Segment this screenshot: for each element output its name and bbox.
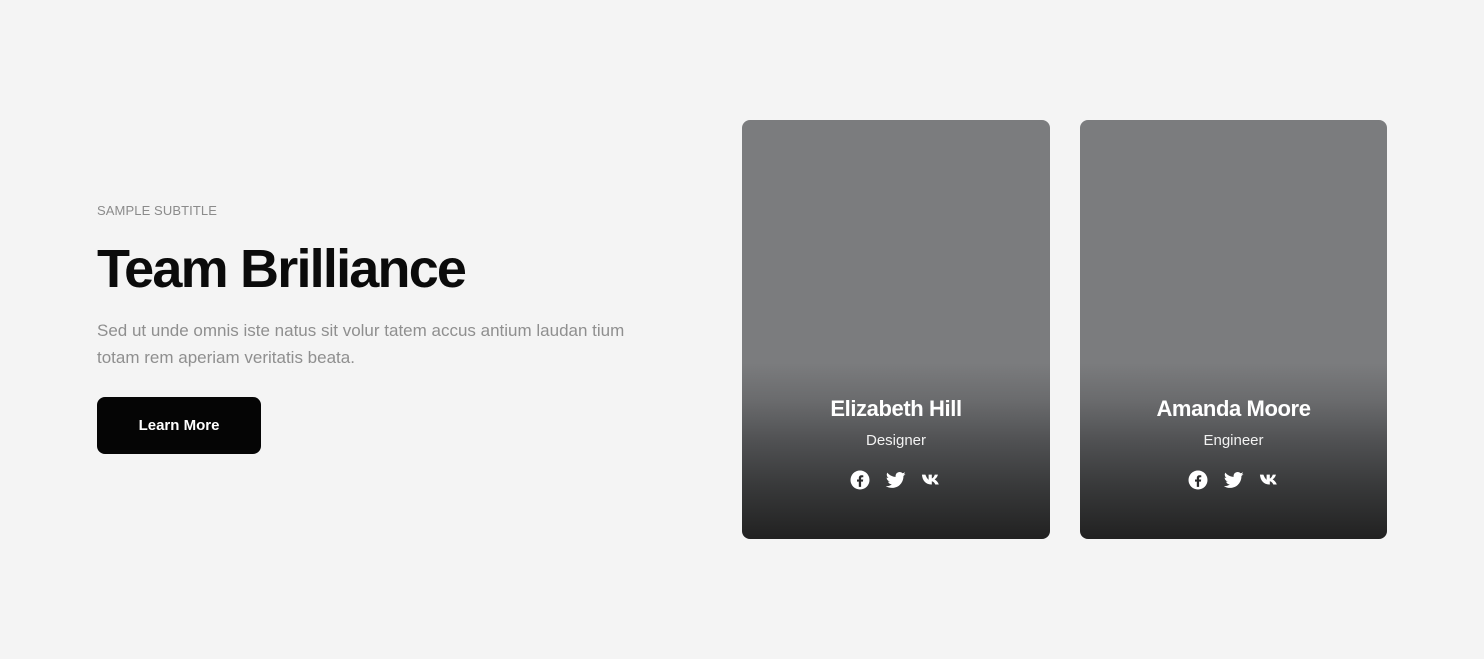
vk-icon[interactable] [1259,469,1281,491]
social-links [1080,469,1387,491]
team-member-name: Elizabeth Hill [830,396,962,421]
twitter-icon[interactable] [1223,469,1245,491]
facebook-icon[interactable] [1187,469,1209,491]
social-links [742,469,1050,491]
vk-icon[interactable] [921,469,943,491]
team-card-amanda-moore: Amanda Moore Engineer [1080,120,1387,539]
section-title: Team Brilliance [97,239,467,299]
section-description: Sed ut unde omnis iste natus sit volur t… [97,321,625,367]
team-intro: SAMPLE SUBTITLE Team Brilliance Sed ut u… [97,203,637,454]
twitter-icon[interactable] [885,469,907,491]
team-member-role: Designer [865,432,927,449]
team-card-elizabeth-hill: Elizabeth Hill Designer [742,120,1050,539]
section-subtitle: SAMPLE SUBTITLE [97,203,217,218]
learn-more-button[interactable]: Learn More [97,397,261,454]
team-member-role: Engineer [1203,432,1264,449]
facebook-icon[interactable] [849,469,871,491]
team-member-name: Amanda Moore [1156,396,1311,421]
